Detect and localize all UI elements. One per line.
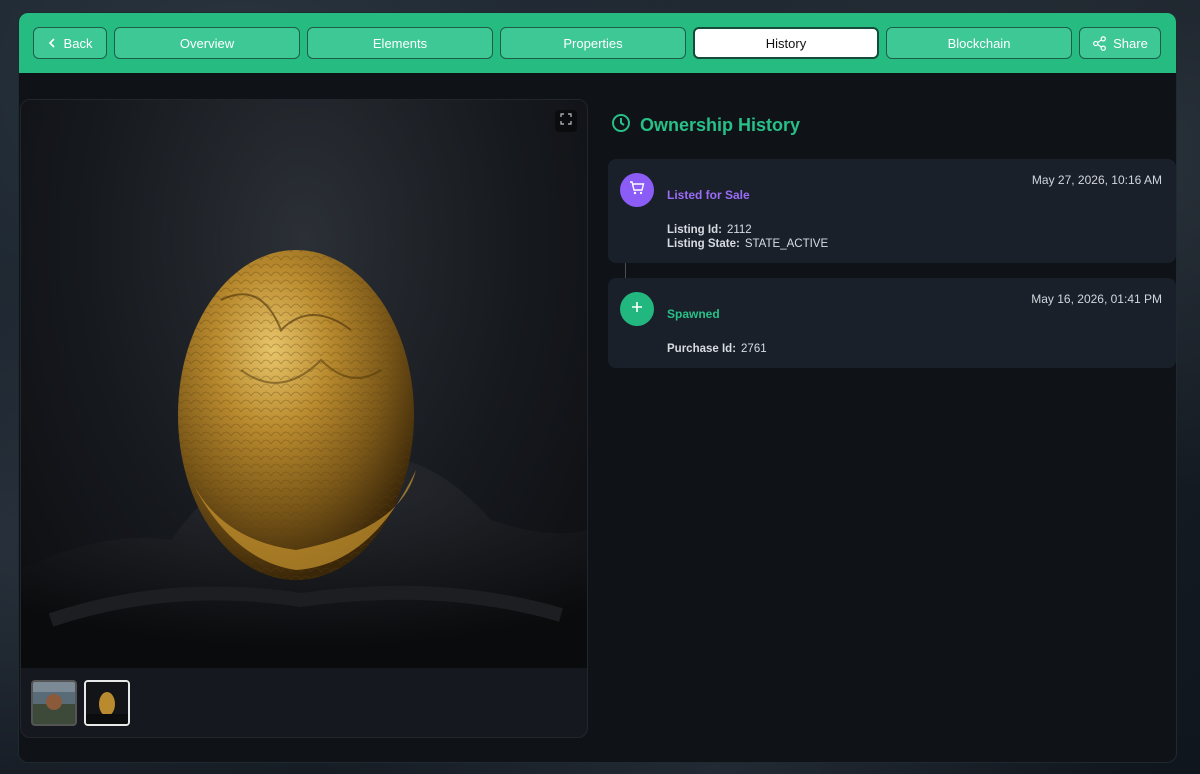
- main-image-golden-egg[interactable]: [21, 100, 587, 668]
- ownership-history: Ownership History: [609, 113, 1176, 138]
- detail-label: Purchase Id:: [667, 343, 737, 355]
- thumbnail-landscape[interactable]: [31, 680, 77, 726]
- top-navigation: Back Overview Elements Properties Histor…: [19, 13, 1176, 73]
- tab-properties[interactable]: Properties: [500, 27, 686, 59]
- tab-elements[interactable]: Elements: [307, 27, 493, 59]
- expand-button[interactable]: [555, 110, 577, 132]
- tab-overview[interactable]: Overview: [114, 27, 300, 59]
- detail-listing-state: Listing State: STATE_ACTIVE: [667, 238, 828, 250]
- detail-listing-id: Listing Id: 2112: [667, 224, 752, 236]
- detail-value: 2112: [726, 224, 752, 236]
- tab-history[interactable]: History: [693, 27, 879, 59]
- golden-egg-illustration: [21, 250, 587, 668]
- thumbnail-strip: [31, 680, 130, 726]
- media-viewer: [20, 99, 588, 738]
- share-label: Share: [1113, 35, 1148, 51]
- tab-blockchain[interactable]: Blockchain: [886, 27, 1072, 59]
- back-button[interactable]: Back: [33, 27, 107, 59]
- event-icon-badge: [620, 292, 654, 326]
- chevron-left-icon: [48, 38, 56, 48]
- event-timestamp: May 16, 2026, 01:41 PM: [1031, 292, 1162, 306]
- plus-icon: [631, 300, 643, 318]
- detail-purchase-id: Purchase Id: 2761: [667, 343, 767, 355]
- cart-icon: [629, 180, 645, 201]
- event-icon-badge: [620, 173, 654, 207]
- clock-icon: [611, 113, 631, 138]
- detail-value: STATE_ACTIVE: [744, 238, 829, 250]
- detail-label: Listing State:: [667, 238, 740, 250]
- back-label: Back: [63, 35, 93, 51]
- main-panel: Back Overview Elements Properties Histor…: [18, 12, 1177, 763]
- history-event-listed: Listed for Sale May 27, 2026, 10:16 AM L…: [608, 159, 1176, 263]
- event-type: Spawned: [667, 307, 720, 321]
- history-header: Ownership History: [609, 113, 1176, 138]
- detail-value: 2761: [741, 343, 767, 355]
- history-event-spawned: Spawned May 16, 2026, 01:41 PM Purchase …: [608, 278, 1176, 368]
- event-timestamp: May 27, 2026, 10:16 AM: [1031, 173, 1162, 187]
- thumbnail-golden-egg[interactable]: [84, 680, 130, 726]
- history-title: Ownership History: [640, 115, 801, 135]
- detail-label: Listing Id:: [667, 224, 722, 236]
- event-type: Listed for Sale: [667, 188, 750, 202]
- share-button[interactable]: Share: [1079, 27, 1161, 59]
- timeline-connector: [625, 263, 626, 278]
- share-icon: [1092, 35, 1107, 51]
- expand-icon: [560, 112, 572, 130]
